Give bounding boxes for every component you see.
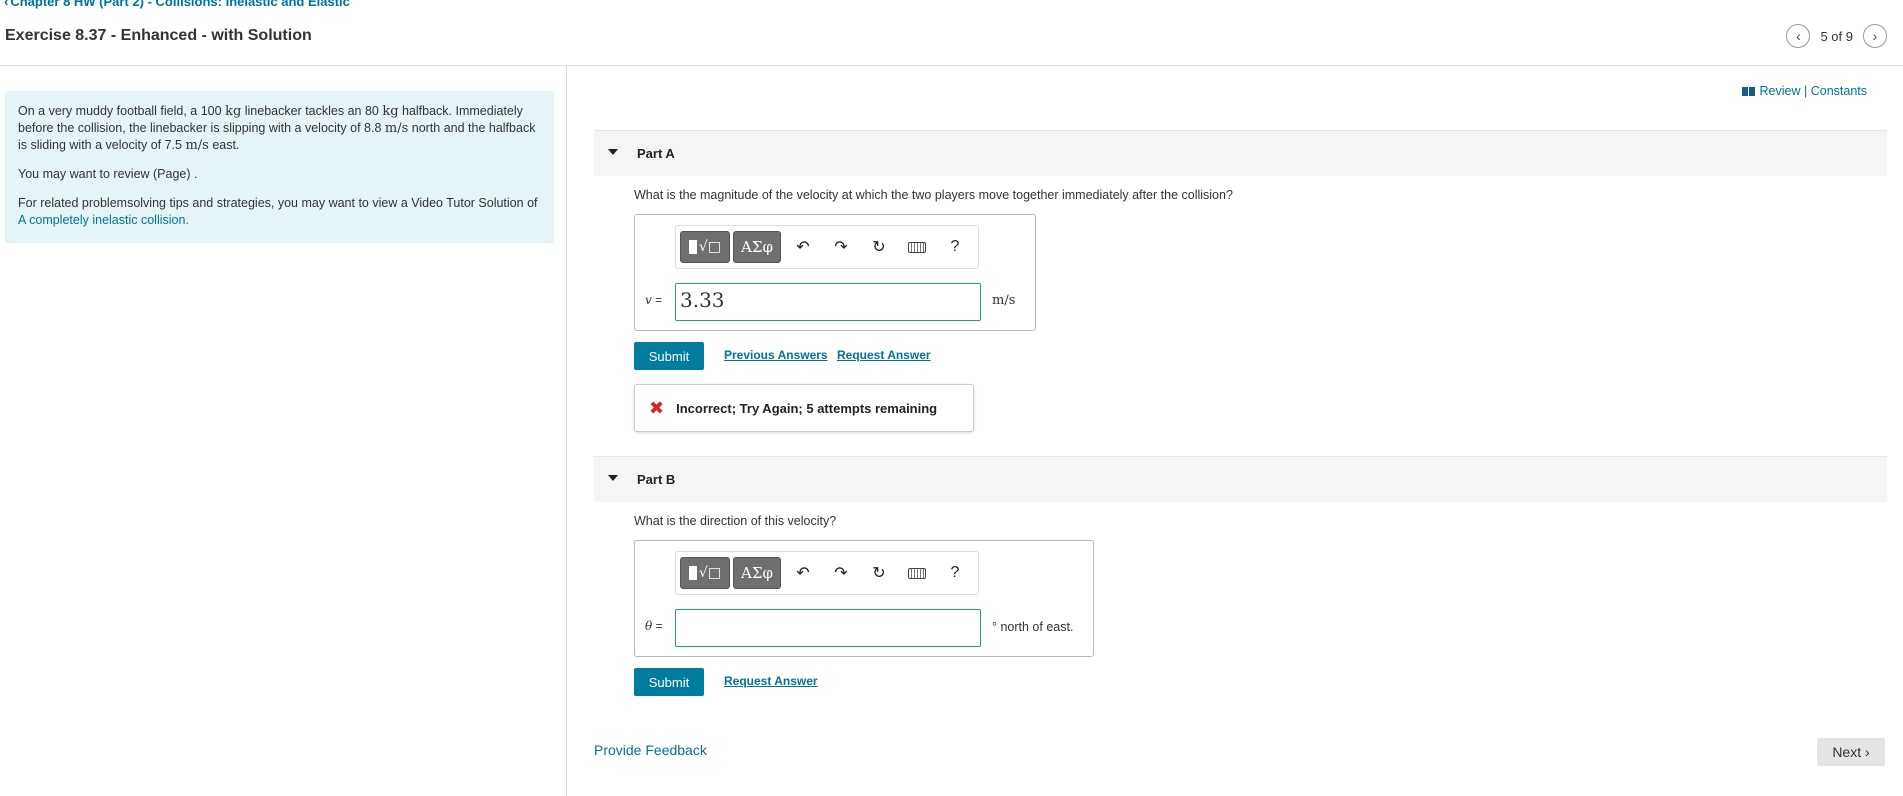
problem-statement: On a very muddy football field, a 100 kg… [5,91,554,243]
problem-pane: On a very muddy football field, a 100 kg… [0,66,567,796]
problem-text: On a very muddy football field, a 100 kg… [18,103,541,154]
part-b-answer-box: √□ ΑΣφ ↶ ↷ ↻ ? θ = ° north of east. [634,540,1094,657]
equals-sign: = [651,293,663,307]
help-button[interactable]: ? [936,557,974,589]
reset-icon: ↻ [872,239,886,256]
part-a-title: Part A [637,146,675,161]
provide-feedback-link[interactable]: Provide Feedback [594,742,707,758]
part-a-request-answer-link[interactable]: Request Answer [837,348,931,362]
redo-button[interactable]: ↷ [822,557,860,589]
previous-answers-link[interactable]: Previous Answers [724,348,828,362]
chevron-right-icon: › [1872,28,1878,44]
reset-button[interactable]: ↻ [860,557,898,589]
undo-icon: ↶ [796,565,810,582]
greek-symbols-button[interactable]: ΑΣφ [733,557,781,589]
keyboard-button[interactable] [898,557,936,589]
collapse-triangle-icon[interactable] [608,475,618,481]
angle-input[interactable] [675,609,981,647]
templates-button[interactable]: √□ [680,231,730,263]
incorrect-x-icon: ✖ [649,397,665,418]
part-a-answer-box: √□ ΑΣφ ↶ ↷ ↻ ? v = 3.33 m/s [634,214,1036,331]
breadcrumb[interactable]: ‹ Chapter 8 HW (Part 2) - Collisions: Ine… [4,0,350,9]
part-a-submit-button[interactable]: Submit [634,342,704,370]
chevron-right-icon: › [1865,744,1870,760]
review-constants-label[interactable]: Review | Constants [1760,84,1867,98]
problem-text-part: linebacker tackles an 80 [241,104,383,118]
reset-icon: ↻ [872,565,886,582]
undo-button[interactable]: ↶ [784,557,822,589]
keyboard-icon [908,567,926,579]
chevron-left-icon: ‹ [1796,28,1801,44]
math-toolbar: √□ ΑΣφ ↶ ↷ ↻ ? [675,225,979,269]
reset-button[interactable]: ↻ [860,231,898,263]
unit: m/s [185,138,209,153]
keyboard-button[interactable] [898,231,936,263]
part-a-question: What is the magnitude of the velocity at… [634,188,1233,202]
equals-sign: = [652,619,663,633]
problem-text-part: On a very muddy football field, a 100 [18,104,226,118]
redo-icon: ↷ [834,565,848,582]
feedback-text: Incorrect; Try Again; 5 attempts remaini… [676,400,938,416]
undo-icon: ↶ [796,239,810,256]
pager: ‹ 5 of 9 › [1786,24,1887,48]
part-b-request-answer-link[interactable]: Request Answer [724,674,818,688]
problem-text-part: east. [208,138,240,152]
previous-item-button[interactable]: ‹ [1786,24,1811,48]
templates-icon: √□ [688,239,721,255]
redo-icon: ↷ [834,239,848,256]
part-b-header[interactable]: Part B [594,456,1887,502]
unit: kg [225,104,242,119]
velocity-unit: m/s [992,293,1016,308]
collapse-triangle-icon[interactable] [608,149,618,155]
next-button[interactable]: Next › [1817,738,1885,766]
video-tutor-text: For related problemsolving tips and stra… [18,196,538,210]
part-b-submit-button[interactable]: Submit [634,668,704,696]
video-tutor-note: For related problemsolving tips and stra… [18,195,541,229]
chevron-left-icon: ‹ [4,0,9,9]
part-a-header[interactable]: Part A [594,130,1887,176]
breadcrumb-label[interactable]: Chapter 8 HW (Part 2) - Collisions: Inel… [10,0,350,9]
page-title: Exercise 8.37 - Enhanced - with Solution [5,27,312,44]
top-bar: ‹ Chapter 8 HW (Part 2) - Collisions: Ine… [0,0,1903,66]
greek-symbols-button[interactable]: ΑΣφ [733,231,781,263]
part-b-question: What is the direction of this velocity? [634,514,837,528]
redo-button[interactable]: ↷ [822,231,860,263]
video-tutor-link[interactable]: A completely inelastic collision. [18,213,189,227]
templates-button[interactable]: √□ [680,557,730,589]
unit: m/s [384,121,409,136]
next-item-button[interactable]: › [1863,24,1887,48]
pager-position: 5 of 9 [1820,28,1853,44]
velocity-label: v = [645,293,662,307]
book-icon [1741,86,1755,96]
feedback-message: ✖ Incorrect; Try Again; 5 attempts remai… [634,384,974,432]
keyboard-icon [908,241,926,253]
velocity-input[interactable]: 3.33 [675,283,981,321]
help-button[interactable]: ? [936,231,974,263]
part-b-title: Part B [637,472,676,487]
unit: kg [382,104,399,119]
angle-unit: ° north of east. [992,620,1074,634]
review-note: You may want to review (Page) . [18,167,198,181]
next-label[interactable]: Next [1832,744,1861,760]
templates-icon: √□ [688,565,721,581]
parts-pane: Review | Constants Part A What is the ma… [568,66,1903,796]
undo-button[interactable]: ↶ [784,231,822,263]
math-toolbar: √□ ΑΣφ ↶ ↷ ↻ ? [675,551,979,595]
angle-label: θ = [645,619,663,633]
review-constants-link[interactable]: Review | Constants [1741,84,1867,98]
variable-symbol: v [645,293,652,307]
